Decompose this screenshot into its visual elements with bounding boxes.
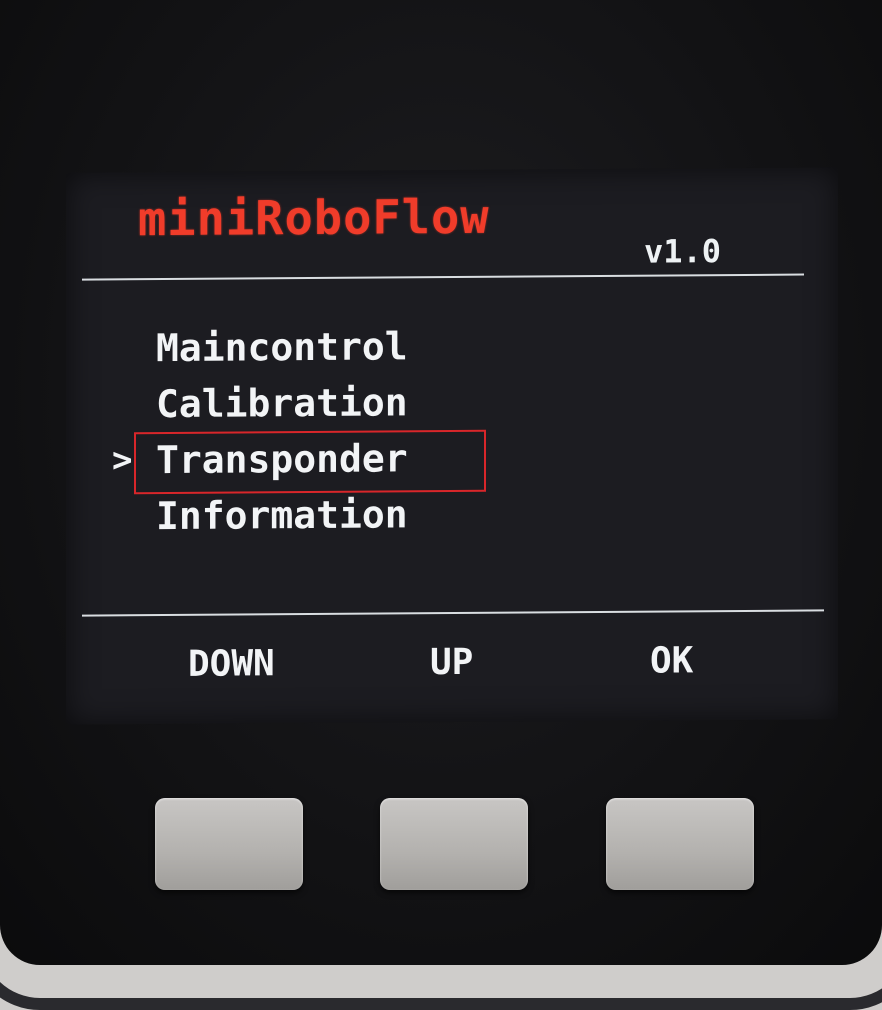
device-body: miniRoboFlow v1.0 Maincontrol Calibratio… — [0, 0, 882, 1010]
selection-cursor-icon: > — [112, 440, 133, 481]
menu-item-label: Information — [156, 492, 408, 539]
lcd-screen: miniRoboFlow v1.0 Maincontrol Calibratio… — [66, 167, 838, 725]
softkey-label-up: UP — [430, 641, 474, 684]
softkey-label-ok: OK — [650, 640, 694, 682]
menu-item-maincontrol[interactable]: Maincontrol — [156, 318, 408, 376]
ok-button[interactable] — [606, 798, 754, 890]
header-divider — [82, 273, 804, 281]
down-button[interactable] — [155, 798, 303, 890]
softkey-label-down: DOWN — [188, 643, 275, 685]
menu-item-calibration[interactable]: Calibration — [156, 374, 408, 432]
up-button[interactable] — [380, 798, 528, 890]
menu-item-label: Maincontrol — [156, 324, 408, 371]
menu-item-information[interactable]: Information — [156, 486, 408, 544]
menu-item-label: Calibration — [156, 380, 408, 427]
version-label: v1.0 — [644, 232, 722, 271]
selection-highlight-box — [134, 429, 486, 495]
footer-divider — [82, 609, 824, 617]
app-title: miniRoboFlow — [138, 189, 490, 248]
